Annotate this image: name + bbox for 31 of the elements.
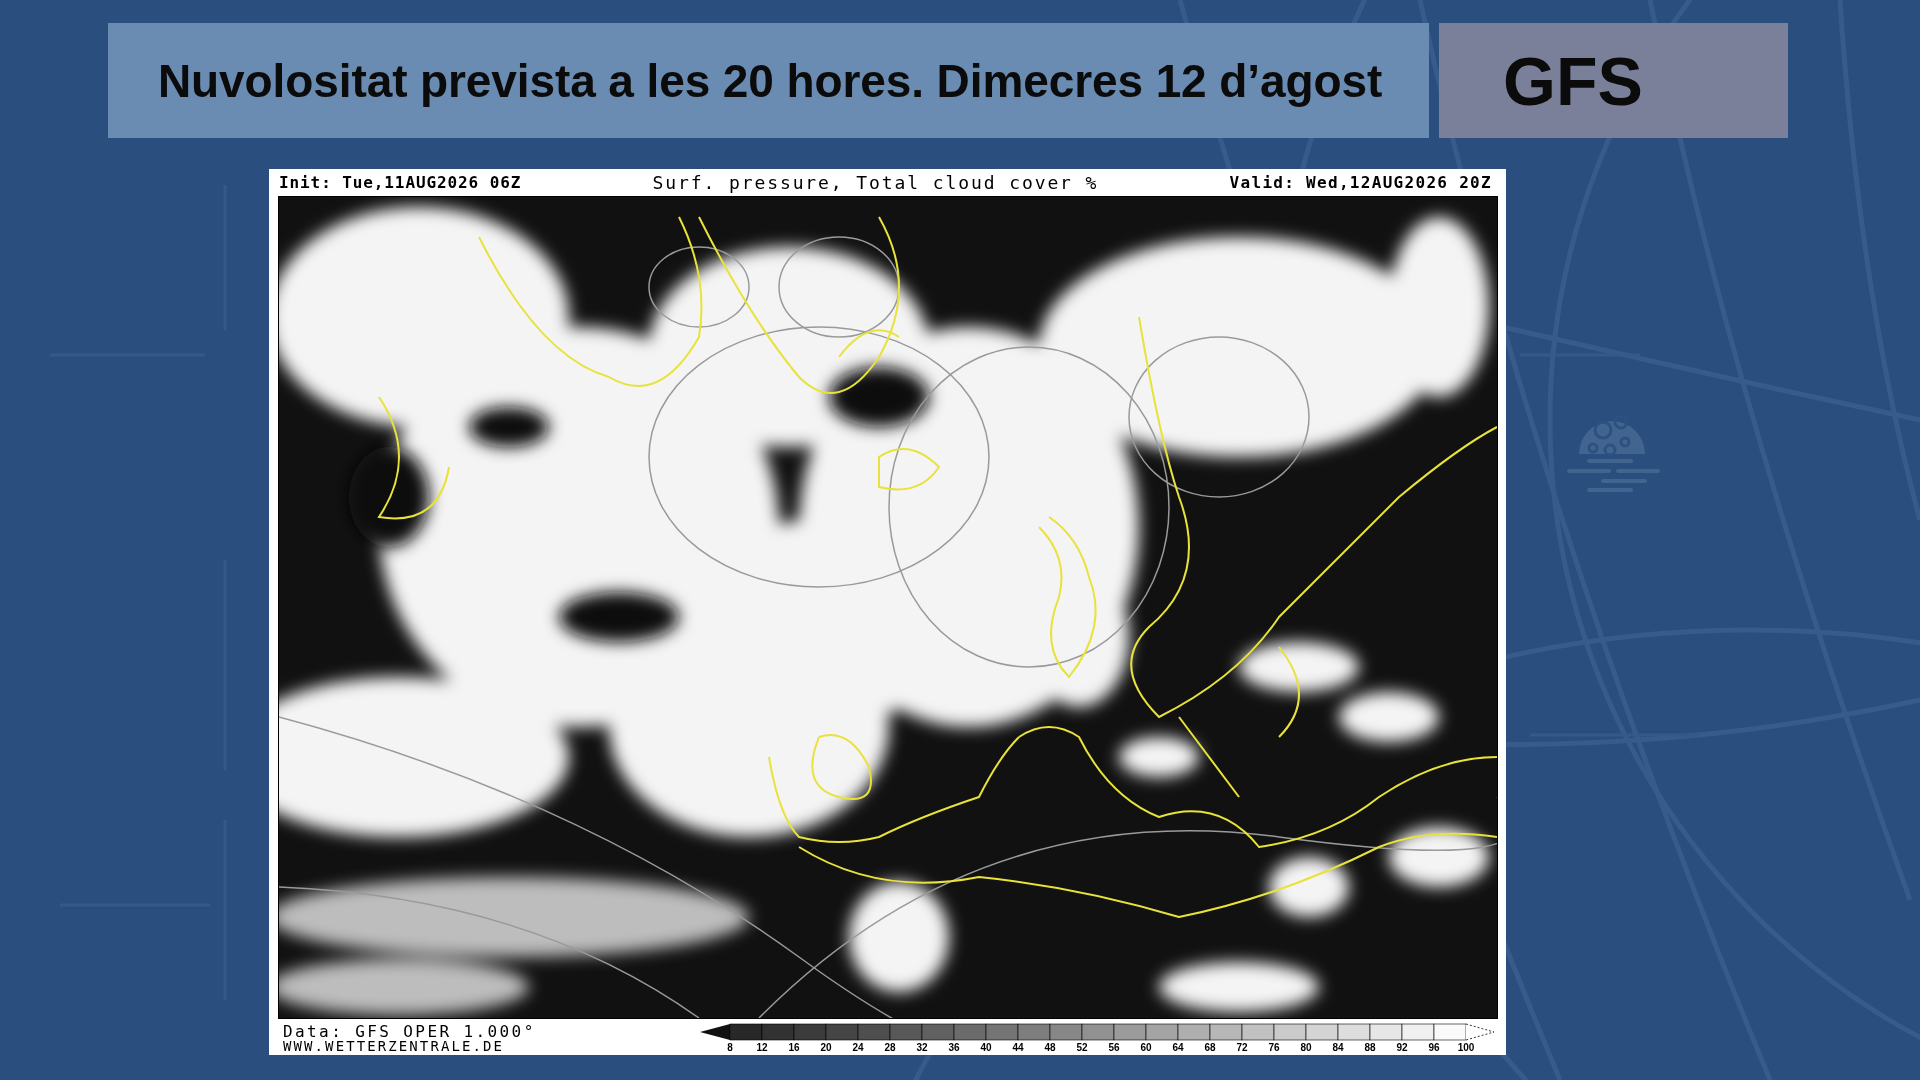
scale-label: 72	[1236, 1041, 1248, 1054]
scale-label: 12	[756, 1041, 768, 1054]
scale-label: 80	[1300, 1041, 1312, 1054]
scale-label: 44	[1012, 1041, 1024, 1054]
scale-label: 52	[1076, 1041, 1088, 1054]
scale-label: 40	[980, 1041, 992, 1054]
website-label: WWW.WETTERZENTRALE.DE	[283, 1039, 506, 1054]
scale-label: 36	[948, 1041, 960, 1054]
scale-label: 96	[1428, 1041, 1440, 1054]
scale-label: 68	[1204, 1041, 1216, 1054]
init-time-label: Init: Tue,11AUG2026 06Z	[279, 173, 522, 192]
scale-label: 100	[1457, 1041, 1475, 1054]
scale-label: 8	[727, 1041, 733, 1054]
model-name: GFS	[1503, 41, 1643, 120]
scale-label: 56	[1108, 1041, 1120, 1054]
data-source-label: Data: GFS OPER 1.000°	[283, 1024, 537, 1039]
scale-label: 92	[1396, 1041, 1408, 1054]
scale-label: 20	[820, 1041, 832, 1054]
scale-label: 28	[884, 1041, 896, 1054]
scale-label: 60	[1140, 1041, 1152, 1054]
map-heading: Surf. pressure, Total cloud cover %	[652, 172, 1099, 193]
scale-label: 32	[916, 1041, 928, 1054]
scale-label: 48	[1044, 1041, 1056, 1054]
scale-label: 84	[1332, 1041, 1344, 1054]
scale-label: 88	[1364, 1041, 1376, 1054]
valid-time-label: Valid: Wed,12AUG2026 20Z	[1229, 173, 1492, 192]
scale-label: 76	[1268, 1041, 1280, 1054]
slide-title: Nuvolositat prevista a les 20 hores. Dimecres 12 d’agost	[158, 53, 1383, 108]
scale-label: 64	[1172, 1041, 1184, 1054]
scale-label: 24	[852, 1041, 864, 1054]
scale-label: 16	[788, 1041, 800, 1054]
